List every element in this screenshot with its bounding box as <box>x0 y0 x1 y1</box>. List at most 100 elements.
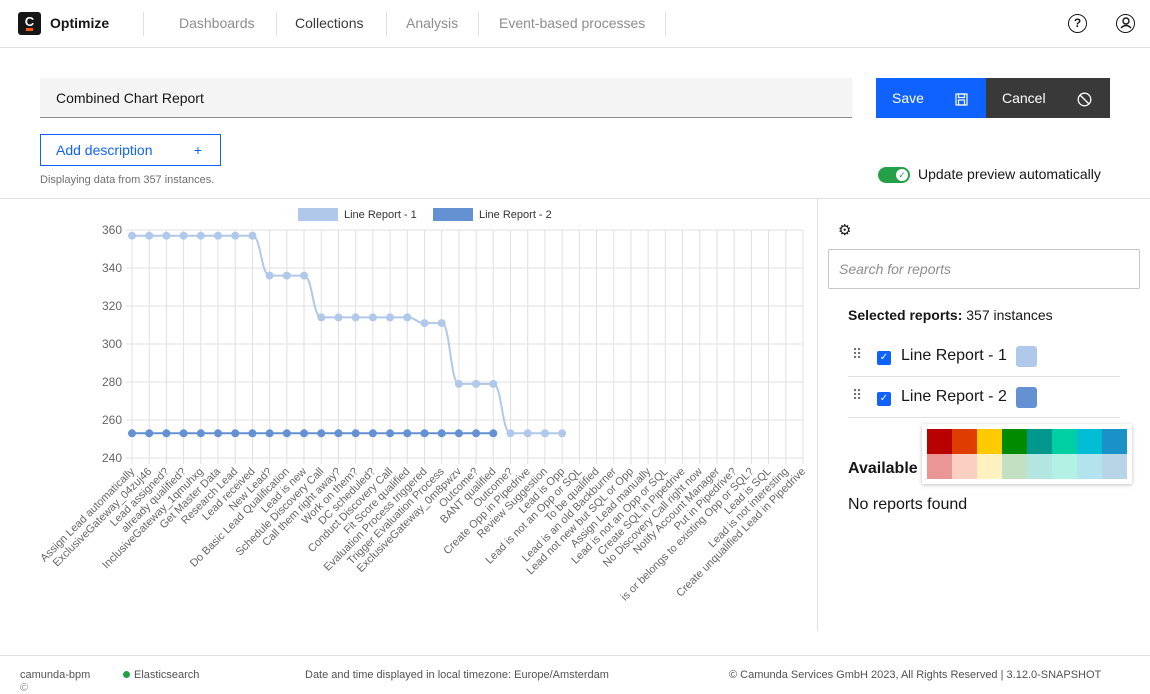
data-point <box>300 271 309 280</box>
y-tick-label: 360 <box>102 223 122 237</box>
engine-status: © camunda-bpm <box>20 669 91 694</box>
cancel-button[interactable]: Cancel <box>986 78 1110 118</box>
report-label: Line Report - 1 <box>901 347 1007 364</box>
legend-label: Line Report - 2 <box>479 209 552 221</box>
data-point <box>162 231 171 240</box>
color-option[interactable] <box>977 454 1002 479</box>
data-point <box>420 319 429 328</box>
y-tick-label: 320 <box>102 299 122 313</box>
data-point <box>334 313 343 322</box>
available-reports-title: Available <box>848 460 918 477</box>
nav-event-based-processes[interactable]: Event-based processes <box>499 15 645 31</box>
color-swatch[interactable] <box>1016 346 1037 367</box>
camunda-logo-icon[interactable]: C <box>18 12 41 35</box>
data-point <box>523 429 532 438</box>
y-tick-label: 340 <box>102 261 122 275</box>
color-option[interactable] <box>1052 454 1077 479</box>
color-option[interactable] <box>927 454 952 479</box>
nav-analysis[interactable]: Analysis <box>406 15 458 31</box>
data-point <box>282 271 291 280</box>
nav-divider <box>143 12 144 36</box>
plus-icon: + <box>193 142 202 158</box>
data-point <box>162 429 171 438</box>
nav-collections[interactable]: Collections <box>295 15 363 31</box>
footer: © camunda-bpm Elasticsearch Date and tim… <box>0 655 1150 694</box>
db-name: Elasticsearch <box>134 669 200 681</box>
color-option[interactable] <box>1102 454 1127 479</box>
data-point <box>265 429 274 438</box>
status-dot-icon <box>123 671 130 678</box>
report-search-input[interactable]: Search for reports <box>828 249 1140 289</box>
nav-divider <box>386 12 387 36</box>
color-option[interactable] <box>1102 429 1127 454</box>
data-point <box>454 379 463 388</box>
color-option[interactable] <box>1027 429 1052 454</box>
color-option[interactable] <box>952 429 977 454</box>
data-point <box>317 313 326 322</box>
data-point <box>540 429 549 438</box>
data-point <box>386 429 395 438</box>
help-icon[interactable]: ? <box>1068 14 1087 33</box>
y-tick-label: 300 <box>102 337 122 351</box>
data-point <box>196 429 205 438</box>
nav-divider <box>478 12 479 36</box>
nav-divider <box>276 12 277 36</box>
update-preview-toggle[interactable]: ✓ <box>878 167 910 183</box>
drag-handle-icon[interactable]: ⠿ <box>852 346 862 363</box>
data-point <box>231 429 240 438</box>
report-checkbox[interactable]: ✓ <box>877 351 891 365</box>
y-tick-label: 240 <box>102 451 122 465</box>
color-option[interactable] <box>1002 454 1027 479</box>
nav-divider <box>665 12 666 36</box>
color-option[interactable] <box>977 429 1002 454</box>
data-point <box>454 429 463 438</box>
selected-report-item: ⠿ ✓ Line Report - 1 <box>848 336 1120 377</box>
color-option[interactable] <box>1002 429 1027 454</box>
selected-reports-title: Selected reports: 357 instances <box>848 307 1053 323</box>
save-label: Save <box>892 90 924 106</box>
data-point <box>472 429 481 438</box>
gear-icon[interactable]: ⚙ <box>838 221 851 239</box>
series-line-1 <box>131 234 563 435</box>
data-point <box>214 231 223 240</box>
divider <box>817 199 818 631</box>
nav-dashboards[interactable]: Dashboards <box>179 15 255 31</box>
checkmark-icon: ✓ <box>896 169 908 181</box>
color-option[interactable] <box>1077 429 1102 454</box>
data-point <box>145 429 154 438</box>
data-point <box>248 231 257 240</box>
data-point <box>368 429 377 438</box>
data-point <box>265 271 274 280</box>
color-option[interactable] <box>927 429 952 454</box>
selected-reports-heading: Selected reports: <box>848 307 963 323</box>
engine-name: camunda-bpm <box>20 669 91 681</box>
color-option[interactable] <box>1027 454 1052 479</box>
selected-reports-count: 357 instances <box>966 307 1053 323</box>
y-tick-label: 280 <box>102 375 122 389</box>
legend-swatch <box>433 208 473 221</box>
report-name-input[interactable]: Combined Chart Report <box>40 78 852 118</box>
data-point <box>558 429 567 438</box>
report-checkbox[interactable]: ✓ <box>877 392 891 406</box>
data-point <box>179 429 188 438</box>
data-point <box>214 429 223 438</box>
cancel-icon <box>1077 78 1092 118</box>
color-swatch[interactable] <box>1016 387 1037 408</box>
save-button[interactable]: Save <box>876 78 986 118</box>
legend-swatch <box>298 208 338 221</box>
drag-handle-icon[interactable]: ⠿ <box>852 387 862 404</box>
cancel-label: Cancel <box>1002 90 1046 106</box>
data-point <box>420 429 429 438</box>
app-brand[interactable]: Optimize <box>50 15 109 31</box>
data-point <box>334 429 343 438</box>
timezone-info: Date and time displayed in local timezon… <box>305 669 609 681</box>
color-option[interactable] <box>952 454 977 479</box>
add-description-button[interactable]: Add description + <box>40 134 221 166</box>
data-point <box>386 313 395 322</box>
instances-info: Displaying data from 357 instances. <box>40 174 215 186</box>
color-option[interactable] <box>1077 454 1102 479</box>
data-point <box>368 313 377 322</box>
color-option[interactable] <box>1052 429 1077 454</box>
report-label: Line Report - 2 <box>901 388 1007 405</box>
user-icon[interactable] <box>1116 14 1135 33</box>
